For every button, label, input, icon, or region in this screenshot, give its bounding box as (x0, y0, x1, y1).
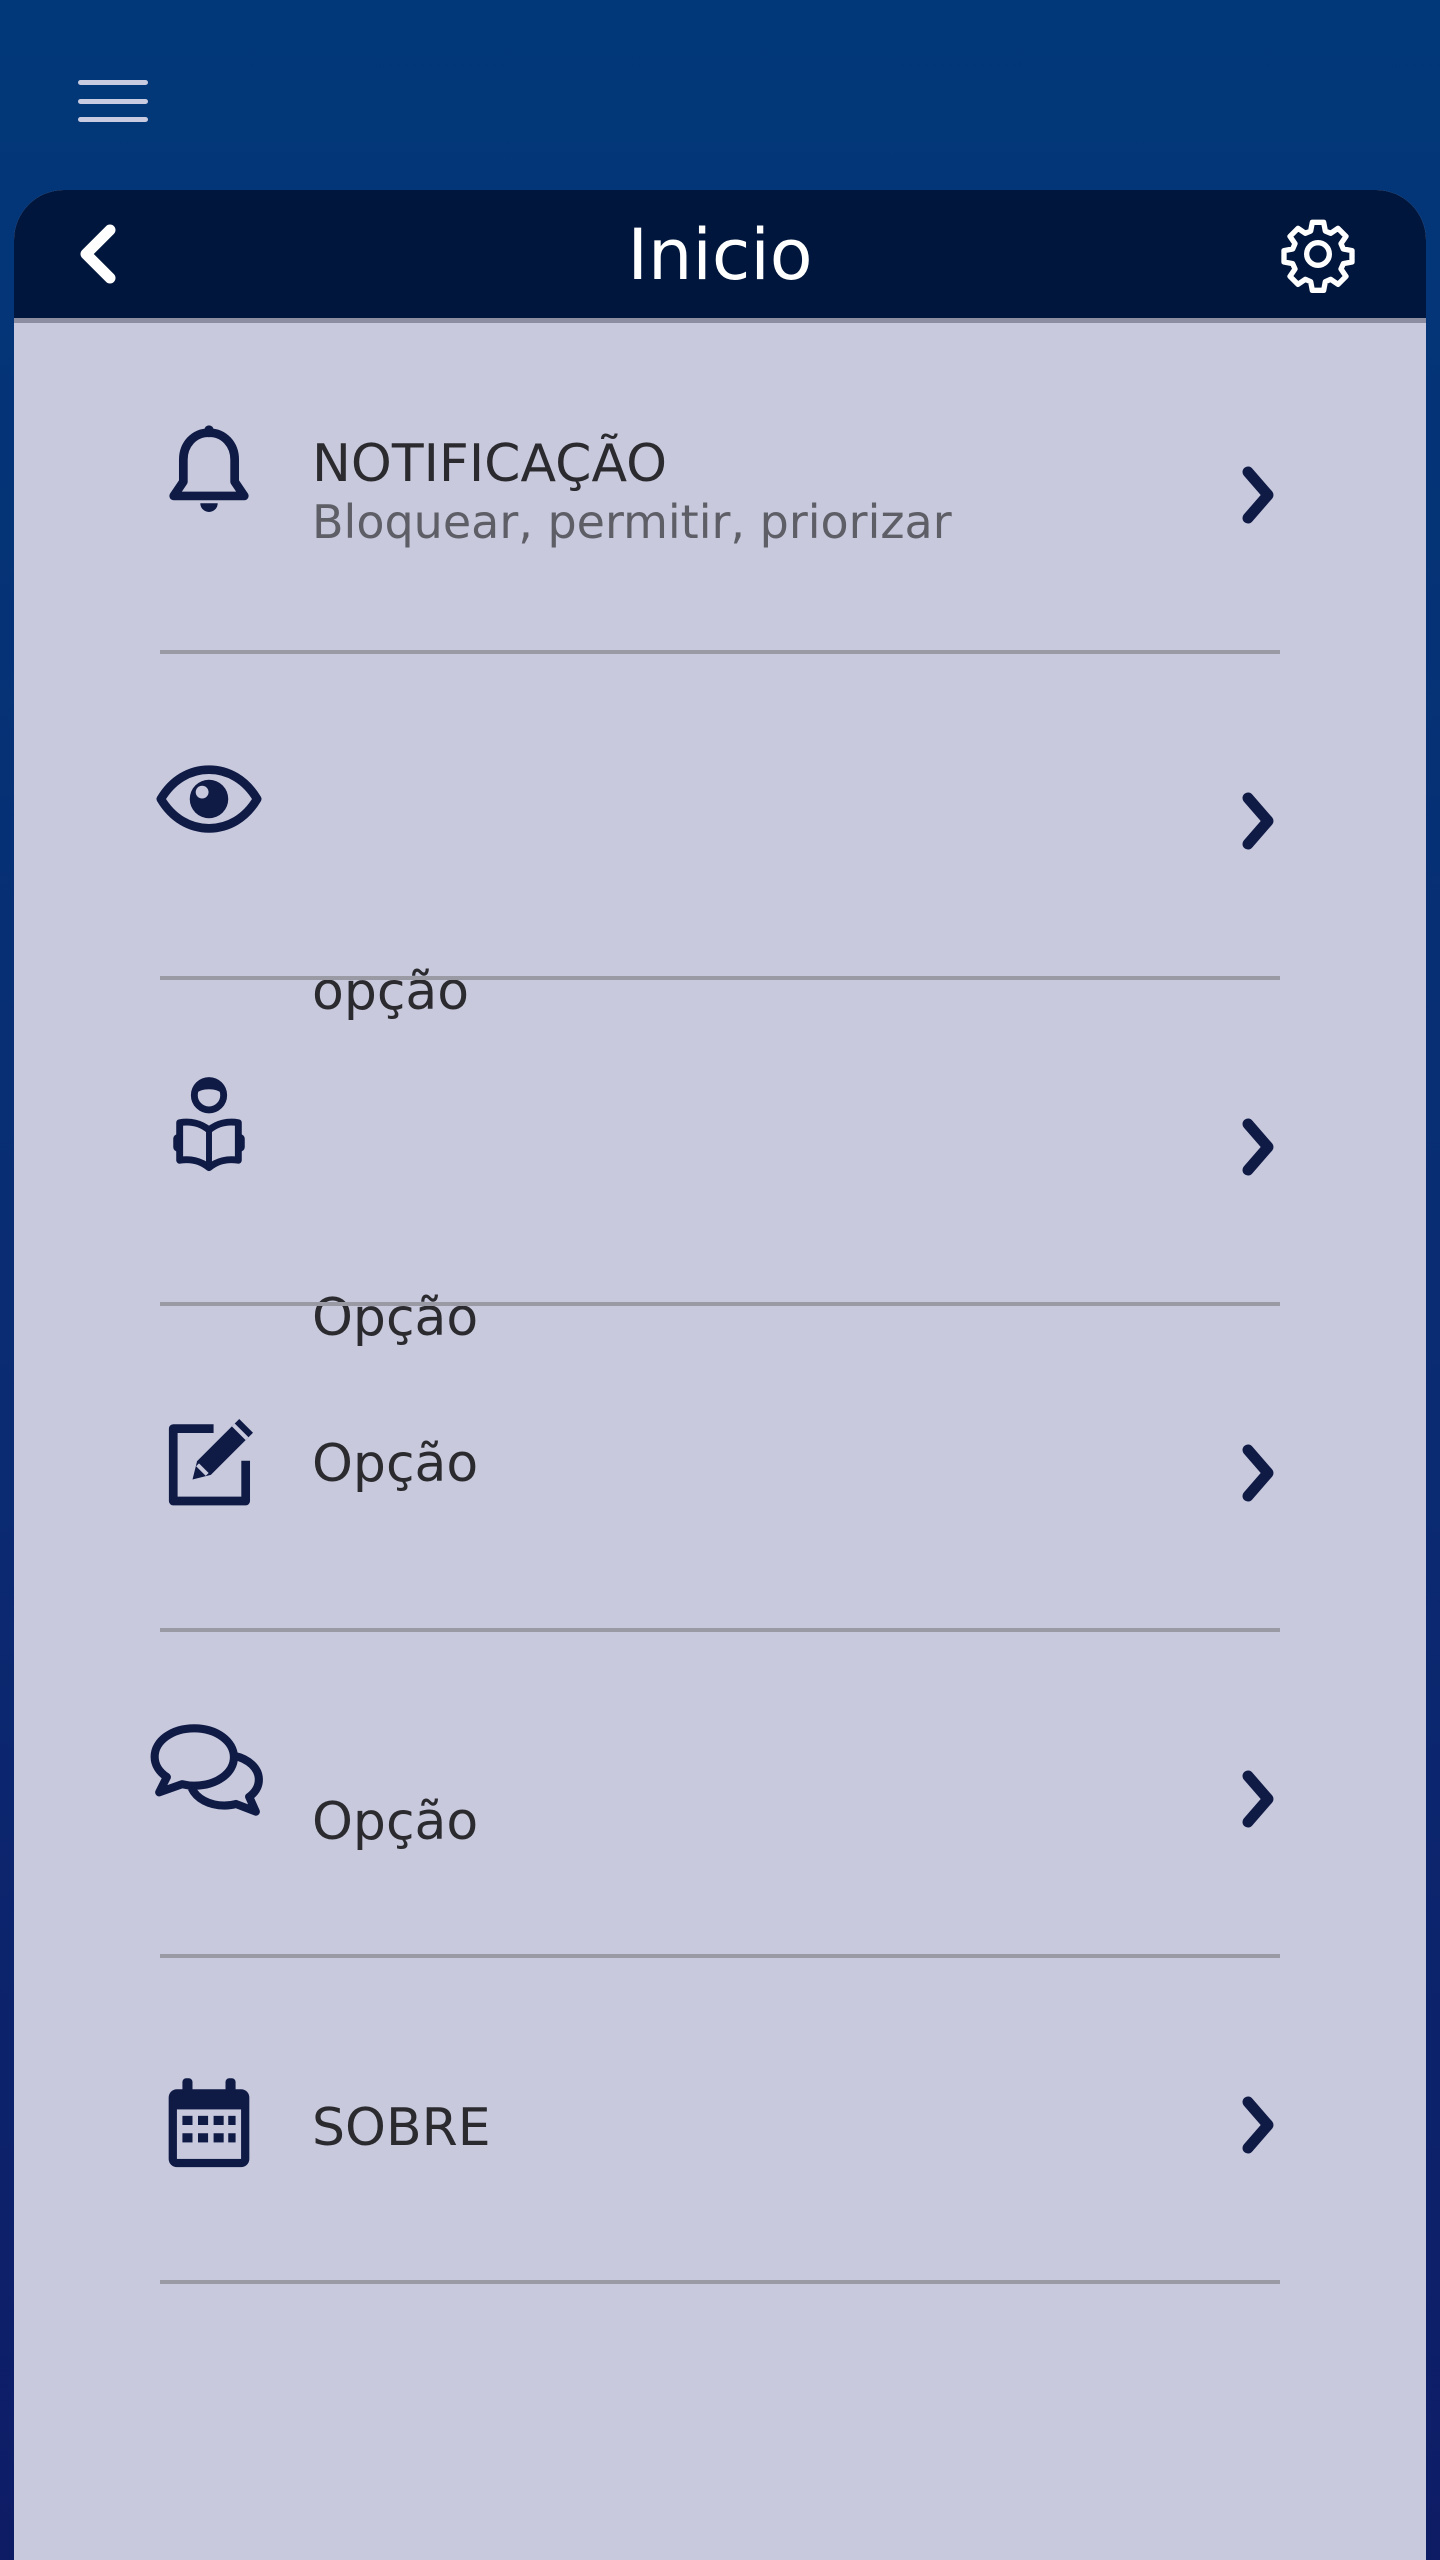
menu-item-about[interactable]: SOBRE (14, 1998, 1426, 2322)
eye-icon (156, 765, 262, 833)
chevron-right-icon (1242, 1444, 1274, 1502)
chevron-right-icon (1242, 792, 1274, 850)
menu-item-label: opção (312, 962, 470, 1022)
panel-header: Inicio (14, 190, 1426, 323)
calendar-icon (168, 2078, 250, 2168)
divider (160, 2280, 1280, 2284)
divider (160, 976, 1280, 980)
page-title: Inicio (627, 214, 813, 296)
chevron-right-icon (1242, 2096, 1274, 2154)
menu-item-reader[interactable]: Opção (14, 1020, 1426, 1348)
menu-item-eye[interactable]: opção (14, 694, 1426, 1022)
menu-item-label: Opção (312, 1792, 479, 1852)
menu-icon[interactable] (78, 80, 148, 122)
top-bar (0, 0, 1440, 190)
divider (160, 1302, 1280, 1306)
menu-item-edit[interactable]: Opção (14, 1346, 1426, 1670)
chevron-right-icon (1242, 466, 1274, 524)
menu-item-label: NOTIFICAÇÃO (312, 434, 668, 494)
chat-icon (150, 1724, 263, 1816)
chevron-right-icon (1242, 1118, 1274, 1176)
divider (160, 1628, 1280, 1632)
menu-item-notification[interactable]: NOTIFICAÇÃO Bloquear, permitir, prioriza… (14, 368, 1426, 692)
reader-icon (173, 1077, 245, 1172)
menu-item-label: Opção (312, 1288, 479, 1348)
menu-item-chat[interactable]: Opção (14, 1672, 1426, 1996)
gear-icon[interactable] (1278, 214, 1358, 294)
menu-item-sublabel: Bloquear, permitir, priorizar (312, 495, 952, 549)
menu-item-label: SOBRE (312, 2098, 491, 2158)
divider (160, 650, 1280, 654)
menu-item-label: Opção (312, 1434, 479, 1494)
edit-icon (168, 1419, 253, 1506)
divider (160, 1954, 1280, 1958)
main-panel: Inicio NOTIFICAÇÃO Bloquear, permitir, p… (14, 190, 1426, 2560)
bell-icon (169, 425, 249, 512)
chevron-right-icon (1242, 1770, 1274, 1828)
